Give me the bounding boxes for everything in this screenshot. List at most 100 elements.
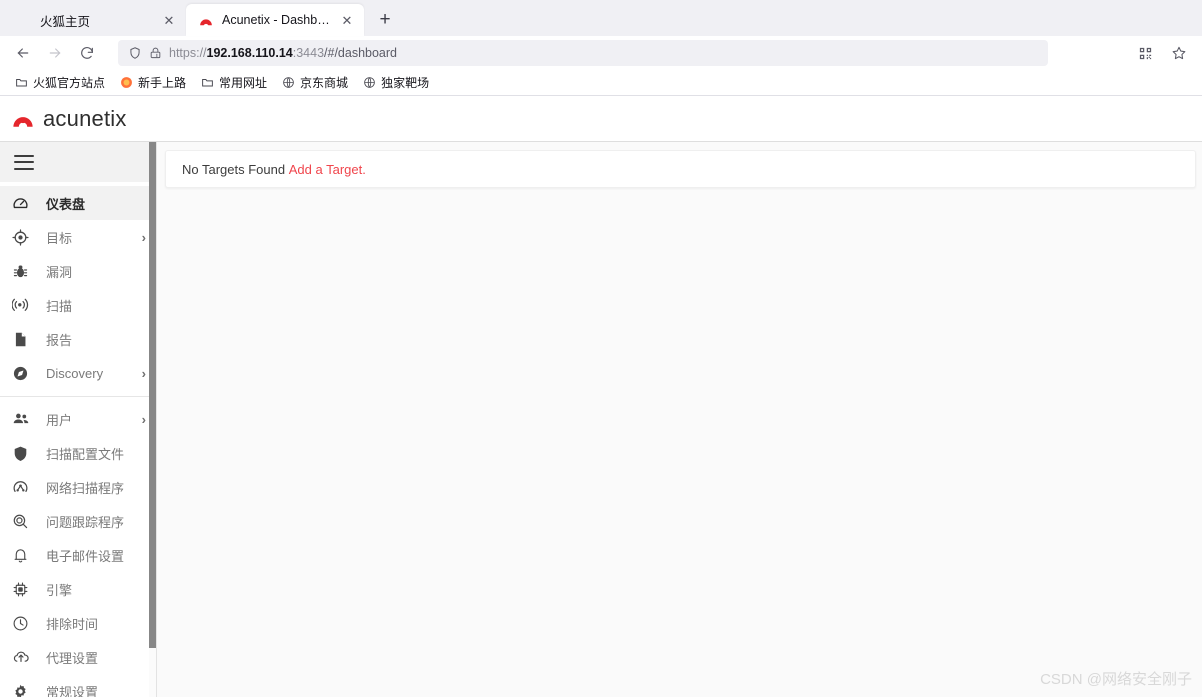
- bookmark-item[interactable]: 京东商城: [275, 72, 354, 93]
- toolbar-right: [1130, 39, 1194, 67]
- tab-strip: 火狐主页 ✕ Acunetix - Dashboard ✕ +: [0, 0, 1202, 36]
- gear-icon: [12, 683, 34, 697]
- chevron-right-icon: ›: [141, 365, 146, 381]
- sidebar-item-label: 常规设置: [46, 684, 99, 697]
- sidebar-item-proxy-settings[interactable]: 代理设置: [0, 640, 156, 674]
- brand-logo[interactable]: acunetix: [12, 106, 127, 132]
- network-scanner-icon: [12, 479, 34, 496]
- globe-icon: [362, 76, 376, 90]
- bookmark-item[interactable]: 独家靶场: [356, 72, 435, 93]
- navigation-toolbar: https://192.168.110.14:3443/#/dashboard: [0, 36, 1202, 70]
- qrcode-icon[interactable]: [1130, 39, 1160, 67]
- sidebar-item-label: 电子邮件设置: [46, 548, 125, 564]
- sidebar-item-excluded-hours[interactable]: 排除时间: [0, 606, 156, 640]
- sidebar-item-label: 扫描配置文件: [46, 446, 125, 462]
- bug-icon: [12, 263, 34, 280]
- close-icon[interactable]: ✕: [338, 11, 356, 29]
- url-host: 192.168.110.14: [206, 46, 293, 60]
- tab-title: 火狐主页: [40, 14, 91, 29]
- sidebar-item-label: 问题跟踪程序: [46, 514, 125, 530]
- browser-window: 火狐主页 ✕ Acunetix - Dashboard ✕ +: [0, 0, 1202, 697]
- sidebar-item-email-settings[interactable]: 电子邮件设置: [0, 538, 156, 572]
- shield-icon[interactable]: [128, 46, 142, 60]
- bookmark-label: 常用网址: [219, 76, 268, 90]
- sidebar-scrollbar-thumb[interactable]: [149, 142, 156, 648]
- sidebar-item-discovery[interactable]: Discovery ›: [0, 356, 156, 390]
- sidebar-item-label: 引擎: [46, 582, 73, 598]
- watermark: CSDN @网络安全刚子: [1040, 671, 1192, 688]
- globe-icon: [281, 76, 295, 90]
- page-viewport: acunetix 仪表盘 目标 › 漏洞 扫描 报告 Discovery › 用…: [0, 96, 1202, 697]
- url-port: :3443: [292, 46, 325, 60]
- sidebar-item-network-scanner[interactable]: 网络扫描程序: [0, 470, 156, 504]
- url-text: https://192.168.110.14:3443/#/dashboard: [169, 46, 397, 60]
- acunetix-arch-icon: [198, 12, 214, 28]
- new-tab-button[interactable]: +: [370, 5, 400, 35]
- no-targets-message: No Targets Found Add a Target.: [182, 162, 366, 177]
- sidebar-item-general-settings[interactable]: 常规设置: [0, 674, 156, 697]
- sidebar-item-label: 网络扫描程序: [46, 480, 125, 496]
- browser-tab-active[interactable]: Acunetix - Dashboard ✕: [186, 4, 364, 36]
- chevron-right-icon: ›: [141, 229, 146, 245]
- close-icon[interactable]: ✕: [160, 11, 178, 29]
- sidebar-item-reports[interactable]: 报告: [0, 322, 156, 356]
- sidebar-item-label: 用户: [46, 412, 73, 428]
- bookmark-label: 新手上路: [138, 76, 187, 90]
- sidebar-item-scan-profiles[interactable]: 扫描配置文件: [0, 436, 156, 470]
- sidebar-item-issue-tracker[interactable]: 问题跟踪程序: [0, 504, 156, 538]
- cpu-engine-icon: [12, 581, 34, 598]
- sidebar-item-label: 报告: [46, 332, 73, 348]
- sidebar-toggle-row[interactable]: [0, 142, 156, 183]
- bookmark-item[interactable]: 火狐官方站点: [8, 72, 111, 93]
- sidebar-scrollbar[interactable]: [149, 142, 156, 697]
- sidebar-item-label: 目标: [46, 230, 73, 246]
- folder-icon: [14, 76, 28, 90]
- bookmark-item[interactable]: 常用网址: [194, 72, 273, 93]
- star-bookmark-icon[interactable]: [1164, 39, 1194, 67]
- add-a-target-link[interactable]: Add a Target.: [289, 162, 366, 177]
- sidebar-item-label: 代理设置: [46, 650, 99, 666]
- sidebar-item-label: 仪表盘: [46, 196, 86, 212]
- back-icon[interactable]: [8, 39, 38, 67]
- lock-warning-icon[interactable]: [149, 46, 162, 60]
- sidebar-primary-group: 仪表盘 目标 › 漏洞 扫描 报告 Discovery ›: [0, 183, 156, 390]
- forward-icon[interactable]: [40, 39, 70, 67]
- url-scheme: https://: [169, 46, 207, 60]
- hamburger-icon[interactable]: [14, 154, 34, 170]
- folder-icon: [200, 76, 214, 90]
- sidebar-item-label: 扫描: [46, 298, 73, 314]
- tab-title: Acunetix - Dashboard: [222, 13, 330, 27]
- target-crosshair-icon: [12, 228, 34, 246]
- sidebar-item-users[interactable]: 用户 ›: [0, 402, 156, 436]
- document-icon: [12, 331, 34, 348]
- sidebar-item-scans[interactable]: 扫描: [0, 288, 156, 322]
- sidebar-secondary-group: 用户 › 扫描配置文件 网络扫描程序 问题跟踪程序 电子邮件设置 引擎 排除时间…: [0, 399, 156, 697]
- bookmark-label: 京东商城: [300, 76, 349, 90]
- bookmark-label: 火狐官方站点: [33, 76, 106, 90]
- issue-tracker-magnifier-icon: [12, 513, 34, 530]
- sidebar: 仪表盘 目标 › 漏洞 扫描 报告 Discovery › 用户 › 扫描配置文…: [0, 142, 157, 697]
- address-bar[interactable]: https://192.168.110.14:3443/#/dashboard: [118, 40, 1048, 66]
- bell-icon: [12, 547, 34, 564]
- browser-tab-inactive[interactable]: 火狐主页 ✕: [4, 4, 186, 36]
- sidebar-divider: [0, 396, 156, 397]
- sidebar-item-engines[interactable]: 引擎: [0, 572, 156, 606]
- sidebar-item-label: Discovery: [46, 365, 104, 381]
- app-header: acunetix: [0, 96, 1202, 142]
- body-row: 仪表盘 目标 › 漏洞 扫描 报告 Discovery › 用户 › 扫描配置文…: [0, 142, 1202, 697]
- sidebar-item-vulnerabilities[interactable]: 漏洞: [0, 254, 156, 288]
- clock-icon: [12, 615, 34, 632]
- sidebar-item-targets[interactable]: 目标 ›: [0, 220, 156, 254]
- firefox-icon: [119, 76, 133, 90]
- dashboard-gauge-icon: [12, 195, 34, 212]
- compass-icon: [12, 365, 34, 382]
- radar-scan-icon: [12, 297, 34, 314]
- sidebar-item-dashboard[interactable]: 仪表盘: [0, 186, 156, 220]
- users-icon: [12, 410, 34, 428]
- reload-icon[interactable]: [72, 39, 102, 67]
- no-targets-card: No Targets Found Add a Target.: [165, 150, 1196, 188]
- brand-name: acunetix: [43, 105, 127, 131]
- tab-favicon-placeholder: [16, 12, 32, 28]
- bookmark-item[interactable]: 新手上路: [113, 72, 192, 93]
- acunetix-arch-icon: [12, 108, 34, 130]
